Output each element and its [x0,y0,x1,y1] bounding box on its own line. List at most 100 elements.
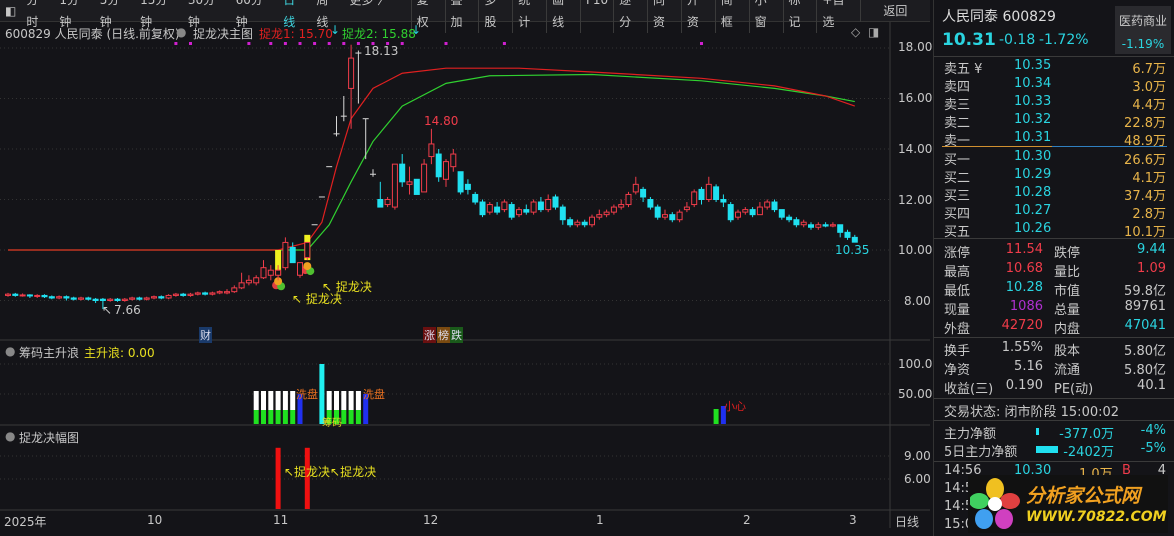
flow-row: 主力净额 -377.0万 -4% [944,423,1166,442]
ranking-tag[interactable]: 榜 [437,327,450,343]
candle-body [494,206,501,213]
candle-body [158,296,165,299]
careful-label: 小心 [724,400,746,413]
candle-body [771,201,778,211]
level-price: 10.27 [1014,203,1052,218]
stat-value: 1.09 [1137,261,1166,276]
candle-body [245,279,252,284]
y-tick: 14.00 [898,142,933,156]
bid-row: 买五 10.26 10.1万 [944,221,1166,240]
candle-body [151,296,157,299]
bid-row: 买二 10.29 4.1万 [944,167,1166,186]
candle-body [581,221,588,226]
candle-body [735,211,741,218]
candle-body [202,292,209,295]
level-price: 10.30 [1014,149,1052,164]
candle-body [143,297,150,300]
candle-body [625,193,632,206]
candle-body [391,163,398,208]
candle-body [224,291,230,294]
y-tick: 12.00 [898,193,933,207]
candle-body [209,292,216,295]
period-toolbar: ◧ 分时1分钟5分钟15分钟30分钟60分钟日线周线更多 〉 复权叠加多股统计画… [0,0,930,33]
candle-body [501,201,508,211]
finance-tag[interactable]: 财 [199,327,212,343]
candle-body [552,196,559,208]
ask-row: 卖四 10.34 3.0万 [944,76,1166,95]
stock-name: 人民同泰 600829 [942,6,1056,26]
candle-body [479,201,486,216]
candle-body [464,183,471,190]
chip-bar [355,391,361,410]
sub2-dropdown-icon[interactable]: ● [5,429,15,443]
y-tick: 50.00 [898,387,933,401]
chip-bar [348,410,354,424]
limit-up-tag[interactable]: 涨 [423,327,436,343]
candle-body [92,298,99,301]
candle-body [180,293,187,296]
back-button[interactable]: 返回 [859,0,930,22]
stat-label: 现量 [944,303,971,318]
stat-label: 量比 [1054,265,1081,280]
period-label[interactable]: 日线 [895,513,919,530]
stat-label: 内盘 [1054,322,1081,337]
candle-body [559,206,566,221]
level-volume: 4.1万 [1132,171,1166,186]
flow-pct: -5% [1140,441,1166,456]
level-volume: 3.0万 [1132,80,1166,95]
sub1-title[interactable]: 筹码主升浪 [19,344,79,361]
limit-down-tag[interactable]: 跌 [450,327,463,343]
stat-value: 42720 [1001,318,1043,333]
price-change-pct: -1.72% [1039,32,1089,48]
chip-bar [253,391,259,410]
sub1-value: 主升浪: 0.00 [84,346,155,360]
stat-value: 47041 [1124,318,1166,333]
candle-body [844,231,851,238]
signal-dot [283,42,287,45]
y-tick: 6.00 [904,472,931,486]
candle-body [808,224,814,228]
candle-body [683,206,690,211]
candle-body [537,201,544,211]
chart-canvas [0,22,930,528]
book-divider [942,146,1052,147]
candle-body [800,221,807,226]
chip-bar [341,391,347,410]
candle-body [384,199,391,206]
candle-body [632,183,639,193]
stat-value: 1086 [1009,299,1043,314]
level-label: 买四 [944,207,971,222]
signal-dot [502,42,506,45]
stock-name-text: 人民同泰 [942,9,998,25]
chip-bar [268,391,274,410]
candle-body [516,209,522,216]
stat-label: 总量 [1054,303,1081,318]
sector-button[interactable]: 医药商业 -1.19% [1115,6,1171,54]
level-label: 卖三 [944,98,971,113]
x-label: 1 [596,513,604,527]
candle-body [428,143,435,158]
kline-chart-area[interactable]: 600829 人民同泰 (日线.前复权) ● 捉龙决主图 捉龙1: 15.70 … [0,22,933,536]
flower-logo-icon [970,478,1020,529]
candle-body [486,204,493,213]
sub2-title[interactable]: 捉龙决幅图 [19,429,79,446]
x-label: 2025年 [4,515,47,529]
stat-label: 最高 [944,265,971,280]
level-volume: 26.6万 [1124,153,1166,168]
ask-row: 卖五 ¥ 10.35 6.7万 [944,58,1166,77]
candle-body [720,199,727,203]
candle-body [640,188,647,198]
candle-body [749,209,756,216]
panel-toggle-icon[interactable]: ◧ [0,0,21,22]
chip-bar [355,410,361,424]
stat-row: 涨停 11.54 跌停 9.44 [944,242,1166,261]
price-change: -0.18 [999,32,1036,48]
stat-value: 5.80亿 [1124,344,1166,359]
y-tick: 100.0 [898,357,933,371]
chip-bar [341,410,347,424]
trade-status: 交易状态: 闭市阶段 15:00:02 [944,405,1120,420]
y-tick: 18.00 [898,40,933,54]
candle-body [450,153,457,168]
sub1-dropdown-icon[interactable]: ● [5,344,15,358]
stat-value: 10.28 [1005,280,1043,295]
